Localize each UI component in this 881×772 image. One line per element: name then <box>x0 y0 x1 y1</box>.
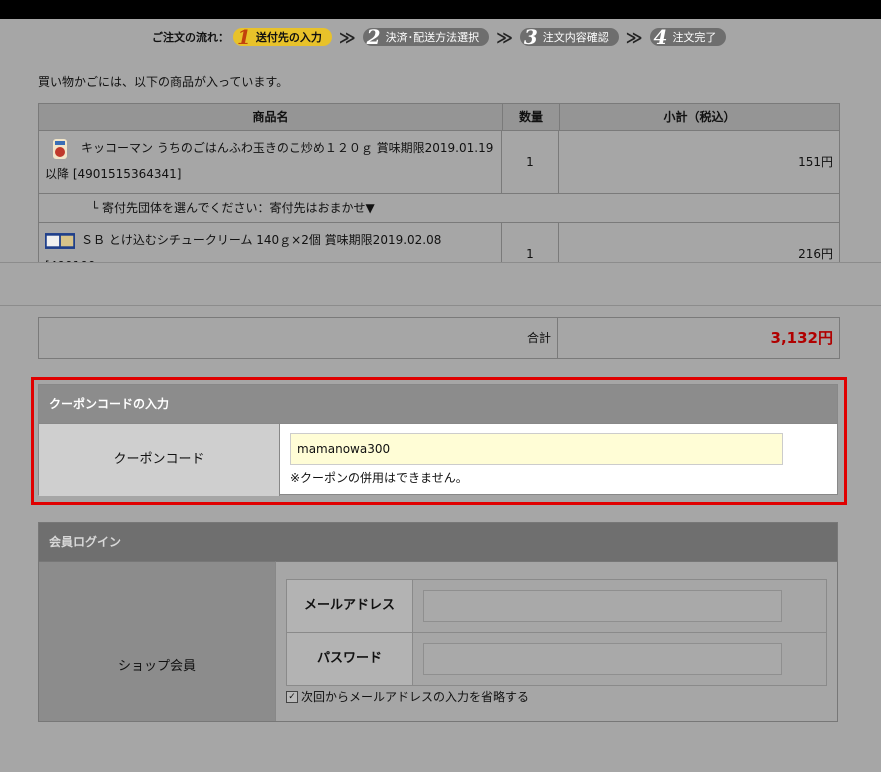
item-name[interactable]: キッコーマン うちのごはんふわ玉きのこ炒め１２０ｇ 賞味期限2019.01.19… <box>45 141 493 181</box>
step-2: 2 決済･配送方法選択 <box>362 25 490 49</box>
login-section-title: 会員ログイン <box>39 523 837 561</box>
step-1: 1 送付先の入力 <box>233 25 332 49</box>
step-4-number: 4 <box>653 25 668 49</box>
product-thumbnail-icon <box>53 138 67 159</box>
step-2-number: 2 <box>366 25 381 49</box>
checkbox-icon[interactable]: ✓ <box>286 690 298 703</box>
step-3-label: 注文内容確認 <box>542 31 609 44</box>
step-3: 3 注文内容確認 <box>519 25 619 49</box>
step-1-number: 1 <box>237 25 251 49</box>
donation-select[interactable]: └ 寄付先団体を選んでください：寄付先はおまかせ▼ <box>39 194 839 222</box>
coupon-note: ※クーポンの併用はできません。 <box>290 471 468 485</box>
product-thumbnail-icon <box>45 232 75 249</box>
coupon-section-title: クーポンコードの入力 <box>39 385 837 423</box>
email-field[interactable] <box>423 590 782 622</box>
chevron-icon: ≫ <box>496 27 513 47</box>
item-subtotal: 151円 <box>798 155 833 169</box>
step-4: 4 注文完了 <box>649 25 727 49</box>
password-label: パスワード <box>287 633 413 685</box>
email-label: メールアドレス <box>287 580 413 632</box>
scroll-divider <box>0 262 881 306</box>
top-bar <box>0 0 881 19</box>
remember-email[interactable]: ✓ 次回からメールアドレスの入力を省略する <box>286 688 827 705</box>
credentials-table: メールアドレス パスワード <box>286 579 827 686</box>
header-subtotal: 小計（税込） <box>663 110 736 124</box>
total-value: 3,132円 <box>770 329 833 347</box>
remember-label: 次回からメールアドレスの入力を省略する <box>301 690 530 704</box>
cart-intro: 買い物かごには、以下の商品が入っています。 <box>38 75 289 89</box>
flow-title: ご注文の流れ： <box>152 31 229 44</box>
cart-table: 商品名 数量 小計（税込） キッコーマン うちのごはんふわ玉きのこ炒め１２０ｇ … <box>38 103 840 286</box>
total-label: 合計 <box>39 318 558 358</box>
cart-header: 商品名 数量 小計（税込） <box>39 104 839 131</box>
donation-row: └ 寄付先団体を選んでください：寄付先はおまかせ▼ <box>39 194 839 223</box>
step-1-label: 送付先の入力 <box>255 31 322 44</box>
chevron-icon: ≫ <box>625 27 643 47</box>
coupon-code-input[interactable] <box>290 433 783 465</box>
order-flow: ご注文の流れ： 1 送付先の入力 ≫ 2 決済･配送方法選択 ≫ 3 注文内容確… <box>152 25 727 49</box>
step-4-label: 注文完了 <box>672 31 717 44</box>
total-row: 合計 3,132円 <box>38 317 840 359</box>
header-name: 商品名 <box>39 104 503 130</box>
shop-member-label: ショップ会員 <box>39 561 276 721</box>
coupon-section: クーポンコードの入力 クーポンコード ※クーポンの併用はできません。 <box>38 384 838 496</box>
table-row: キッコーマン うちのごはんふわ玉きのこ炒め１２０ｇ 賞味期限2019.01.19… <box>39 131 839 194</box>
item-qty: 1 <box>502 131 559 193</box>
step-2-label: 決済･配送方法選択 <box>385 31 480 44</box>
password-field[interactable] <box>423 643 782 675</box>
step-3-number: 3 <box>523 25 538 49</box>
coupon-label: クーポンコード <box>39 423 280 496</box>
chevron-icon: ≫ <box>338 27 356 47</box>
member-login-section: 会員ログイン ショップ会員 メールアドレス パスワード ✓ 次回からメールアドレ… <box>38 522 838 722</box>
header-qty: 数量 <box>503 104 560 130</box>
